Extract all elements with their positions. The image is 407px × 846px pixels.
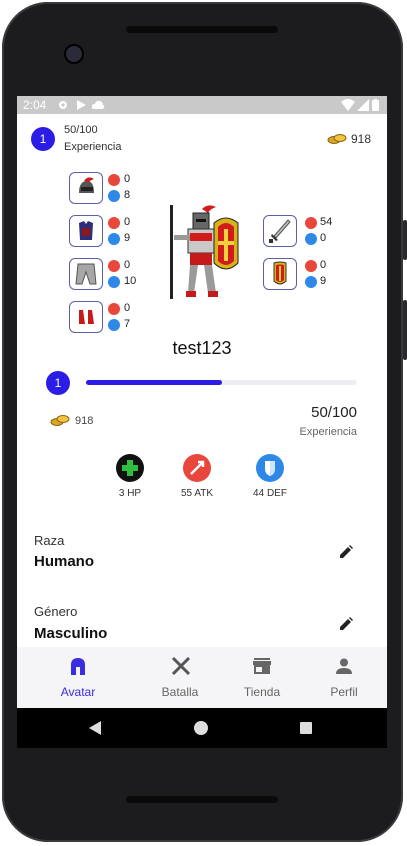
field-label-raza: Raza [34, 533, 65, 548]
system-nav-bar [17, 708, 387, 748]
def-icon [305, 233, 317, 245]
tab-label: Perfil [330, 685, 358, 699]
xp-progress-fill [86, 380, 222, 385]
atk-icon [108, 303, 120, 315]
coins-value: 918 [351, 132, 372, 146]
shield-def: 9 [320, 275, 327, 287]
bottom-speaker [126, 796, 278, 803]
atk-icon [108, 260, 120, 272]
equip-slot-pants[interactable] [69, 258, 103, 290]
helmet-atk: 0 [124, 173, 131, 185]
equip-slot-weapon[interactable] [263, 215, 297, 247]
attack-icon [183, 454, 211, 482]
coins-icon [327, 134, 347, 144]
front-camera [64, 44, 84, 64]
play-icon [77, 100, 86, 110]
tab-tienda[interactable]: Tienda [216, 647, 308, 708]
shield-atk: 0 [320, 259, 327, 271]
edit-icon[interactable] [338, 616, 354, 632]
helmet-icon [71, 658, 85, 675]
atk-icon [305, 217, 317, 229]
def-icon [108, 190, 120, 202]
field-value-raza: Humano [34, 553, 94, 570]
xp-progress-track [86, 380, 357, 385]
equip-slot-armor[interactable] [69, 215, 103, 247]
def-value: 44 DEF [253, 488, 287, 499]
atk-icon [305, 260, 317, 272]
field-value-genero: Masculino [34, 625, 108, 642]
equip-slot-boots[interactable] [69, 301, 103, 333]
home-icon[interactable] [194, 721, 208, 735]
pants-atk: 0 [124, 259, 131, 271]
pants-icon [75, 263, 97, 285]
battery-icon [372, 99, 379, 111]
progress-coins: 918 [75, 415, 94, 427]
def-icon [108, 319, 120, 331]
xp-value: 50/100 [64, 124, 98, 136]
sword-icon [269, 219, 291, 243]
field-label-genero: Género [34, 604, 78, 619]
progress-xp-label: Experiencia [299, 426, 357, 438]
hp-value: 3 HP [118, 488, 142, 499]
settings-icon [59, 101, 67, 109]
defense-icon [256, 454, 284, 482]
atk-icon [108, 174, 120, 186]
username: test123 [172, 338, 232, 358]
crossed-swords-icon [171, 656, 191, 676]
boots-def: 7 [124, 318, 131, 330]
pants-def: 10 [124, 275, 137, 287]
hp-icon [116, 454, 144, 482]
person-icon [336, 658, 352, 674]
tab-avatar[interactable]: Avatar [32, 647, 124, 708]
equip-slot-helmet[interactable] [69, 172, 103, 204]
tab-batalla[interactable]: Batalla [134, 647, 226, 708]
volume-button [403, 220, 407, 260]
tab-label: Tienda [243, 685, 281, 699]
app-screen: 2:04 1 50/100 Experiencia 918 0 8 0 9 0 … [17, 96, 387, 708]
def-icon [108, 233, 120, 245]
def-icon [305, 276, 317, 288]
status-time: 2:04 [23, 98, 47, 112]
tab-perfil[interactable]: Perfil [298, 647, 387, 708]
tab-label: Batalla [161, 685, 199, 699]
boots-icon [79, 310, 94, 324]
armor-icon [79, 221, 93, 240]
tab-label: Avatar [60, 685, 96, 699]
cloud-icon [91, 100, 105, 109]
armor-atk: 0 [124, 216, 131, 228]
helmet-icon [79, 177, 94, 193]
progress-xp: 50/100 [311, 404, 357, 421]
shield-icon [273, 261, 287, 285]
armor-def: 9 [124, 232, 131, 244]
weapon-atk: 54 [320, 216, 333, 228]
bottom-tab-bar: Avatar Batalla Tienda Perfil [17, 647, 387, 708]
equip-slot-shield[interactable] [263, 258, 297, 290]
back-icon[interactable] [89, 721, 101, 735]
progress-level-badge: 1 [46, 371, 70, 395]
xp-label: Experiencia [64, 141, 122, 153]
weapon-def: 0 [320, 232, 327, 244]
status-bar: 2:04 [17, 96, 387, 114]
recents-icon[interactable] [300, 722, 312, 734]
wifi-icon [341, 99, 355, 111]
helmet-def: 8 [124, 189, 131, 201]
character-avatar [170, 205, 239, 299]
boots-atk: 0 [124, 302, 131, 314]
power-button [403, 300, 407, 360]
store-icon [253, 658, 271, 674]
earpiece [126, 26, 278, 33]
coins-icon [50, 415, 70, 426]
level-badge: 1 [31, 127, 55, 151]
atk-icon [108, 217, 120, 229]
atk-value: 55 ATK [180, 488, 214, 499]
edit-icon[interactable] [338, 544, 354, 560]
signal-icon [357, 99, 369, 111]
def-icon [108, 276, 120, 288]
